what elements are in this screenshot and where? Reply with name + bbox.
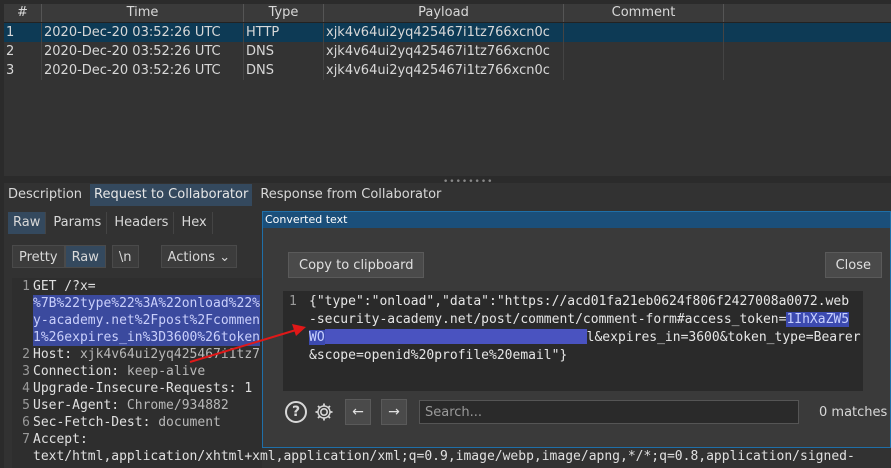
search-bar: ? ← → Search... 0 matches (285, 399, 887, 425)
copy-to-clipboard-button[interactable]: Copy to clipboard (288, 252, 425, 278)
cell-time: 2020-Dec-20 03:52:26 UTC (42, 42, 244, 61)
cell-type: HTTP (244, 23, 324, 42)
request-line-text: GET /?x= (33, 279, 96, 294)
converted-text-editor[interactable]: 1 {"type":"onload","data":"https://acd01… (283, 291, 863, 391)
request-line: 4 Upgrade-Insecure-Requests: 1 (12, 380, 262, 397)
request-query-highlight: y-academy.net%2Fpost%2Fcommen (33, 312, 260, 329)
accept-header-value: text/html,application/xhtml+xml,applicat… (33, 449, 855, 464)
table-row[interactable]: 3 2020-Dec-20 03:52:26 UTC DNS xjk4v64ui… (4, 61, 891, 80)
request-query-highlight: %7B%22type%22%3A%22onload%22% (33, 295, 260, 312)
col-header-time[interactable]: Time (42, 4, 244, 22)
line-number: 7 (22, 432, 30, 447)
tab-description[interactable]: Description (4, 184, 86, 206)
table-row[interactable]: 2 2020-Dec-20 03:52:26 UTC DNS xjk4v64ui… (4, 42, 891, 61)
table-header: # Time Type Payload Comment (4, 4, 891, 23)
match-count: 0 matches (819, 404, 888, 420)
col-header-type[interactable]: Type (244, 4, 324, 22)
search-input[interactable]: Search... (419, 400, 799, 424)
header-value: document (158, 415, 221, 430)
line-number: 5 (22, 398, 30, 413)
tab-request-to-collaborator[interactable]: Request to Collaborator (90, 184, 253, 206)
cell-comment (564, 23, 724, 42)
newline-toggle-button[interactable]: \n (111, 245, 139, 268)
cell-time: 2020-Dec-20 03:52:26 UTC (42, 23, 244, 42)
request-line: y-academy.net%2Fpost%2Fcommen (12, 312, 262, 329)
line-number: 1 (22, 279, 30, 294)
tab-response-from-collaborator[interactable]: Response from Collaborator (256, 184, 445, 206)
header-key: Accept: (33, 432, 88, 447)
converted-line: {"type":"onload","data":"https://acd01fa… (309, 294, 850, 309)
cell-num: 3 (4, 61, 42, 80)
request-line: 1%26expires_in%3D3600%26token (12, 329, 262, 346)
request-subtabs: Raw Params Headers Hex (8, 212, 215, 234)
dialog-title: Converted text (263, 212, 890, 228)
cell-type: DNS (244, 61, 324, 80)
chevron-down-icon: ⌄ (219, 250, 231, 265)
request-line: 7 Accept: (12, 431, 262, 448)
arrow-left-icon: ← (352, 404, 364, 420)
subtab-params[interactable]: Params (48, 212, 108, 234)
line-number: 4 (22, 381, 30, 396)
gear-icon[interactable] (313, 401, 335, 423)
request-query-highlight: 1%26expires_in%3D3600%26token (33, 329, 260, 346)
header-line: Upgrade-Insecure-Requests: 1 (33, 381, 253, 396)
pretty-button[interactable]: Pretty (12, 245, 65, 268)
converted-line: l&expires_in=3600&token_type=Bearer (586, 330, 861, 345)
col-header-num[interactable]: # (4, 4, 42, 22)
request-line: 5 User-Agent: Chrome/934882 (12, 397, 262, 414)
header-key: Connection: (33, 364, 127, 379)
header-value: Chrome/934882 (126, 398, 229, 413)
header-key: User-Agent: (33, 398, 127, 413)
header-key: Host: (33, 347, 80, 362)
line-number: 3 (22, 364, 30, 379)
converted-line: &scope=openid%20profile%20email"} (309, 348, 568, 363)
cell-time: 2020-Dec-20 03:52:26 UTC (42, 61, 244, 80)
actions-dropdown[interactable]: Actions ⌄ (160, 245, 238, 268)
redacted-token (324, 329, 587, 344)
cell-comment (564, 42, 724, 61)
request-line: 3 Connection: keep-alive (12, 363, 262, 380)
subtab-headers[interactable]: Headers (109, 212, 175, 234)
next-match-button[interactable]: → (381, 399, 407, 425)
converted-text-dialog: Converted text Copy to clipboard Close 1… (262, 211, 891, 448)
cell-num: 1 (4, 23, 42, 42)
table-row[interactable]: 1 2020-Dec-20 03:52:26 UTC HTTP xjk4v64u… (4, 23, 891, 42)
cell-payload: xjk4v64ui2yq425467i1tz766xcn0c (324, 23, 564, 42)
col-header-payload[interactable]: Payload (324, 4, 564, 22)
close-button[interactable]: Close (824, 252, 882, 278)
col-header-comment[interactable]: Comment (564, 4, 724, 22)
cell-type: DNS (244, 42, 324, 61)
line-number: 6 (22, 415, 30, 430)
help-icon[interactable]: ? (285, 401, 307, 423)
subtab-raw[interactable]: Raw (8, 212, 47, 234)
header-value: keep-alive (126, 364, 206, 379)
request-line: %7B%22type%22%3A%22onload%22% (12, 295, 262, 312)
cell-payload: xjk4v64ui2yq425467i1tz766xcn0c (324, 61, 564, 80)
subtab-hex[interactable]: Hex (176, 212, 213, 234)
view-toolbar: Pretty Raw \n Actions ⌄ (12, 245, 238, 268)
previous-match-button[interactable]: ← (345, 399, 371, 425)
actions-label: Actions (167, 250, 216, 265)
request-line: 1 GET /?x= (12, 278, 262, 295)
line-number: 1 (289, 294, 297, 309)
raw-button[interactable]: Raw (64, 245, 106, 268)
request-line: 6 Sec-Fetch-Dest: document (12, 414, 262, 431)
details-tabs: Description Request to Collaborator Resp… (4, 184, 449, 206)
converted-line: -security-academy.net/post/comment/comme… (309, 312, 787, 327)
arrow-right-icon: → (388, 404, 400, 420)
request-line: 2 Host: xjk4v64ui2yq425467i1tz7 (12, 346, 262, 363)
token-highlight: 1IhXaZW5 (786, 312, 850, 327)
cell-num: 2 (4, 42, 42, 61)
cell-comment (564, 61, 724, 80)
token-highlight: WO (309, 330, 325, 345)
line-number: 2 (22, 347, 30, 362)
converted-text-body: {"type":"onload","data":"https://acd01fa… (309, 293, 861, 365)
request-editor[interactable]: 1 GET /?x= %7B%22type%22%3A%22onload%22% … (12, 278, 262, 468)
header-key: Sec-Fetch-Dest: (33, 415, 159, 430)
interactions-table: # Time Type Payload Comment 1 2020-Dec-2… (4, 4, 891, 176)
cell-payload: xjk4v64ui2yq425467i1tz766xcn0c (324, 42, 564, 61)
header-value: xjk4v64ui2yq425467i1tz7 (79, 347, 260, 362)
